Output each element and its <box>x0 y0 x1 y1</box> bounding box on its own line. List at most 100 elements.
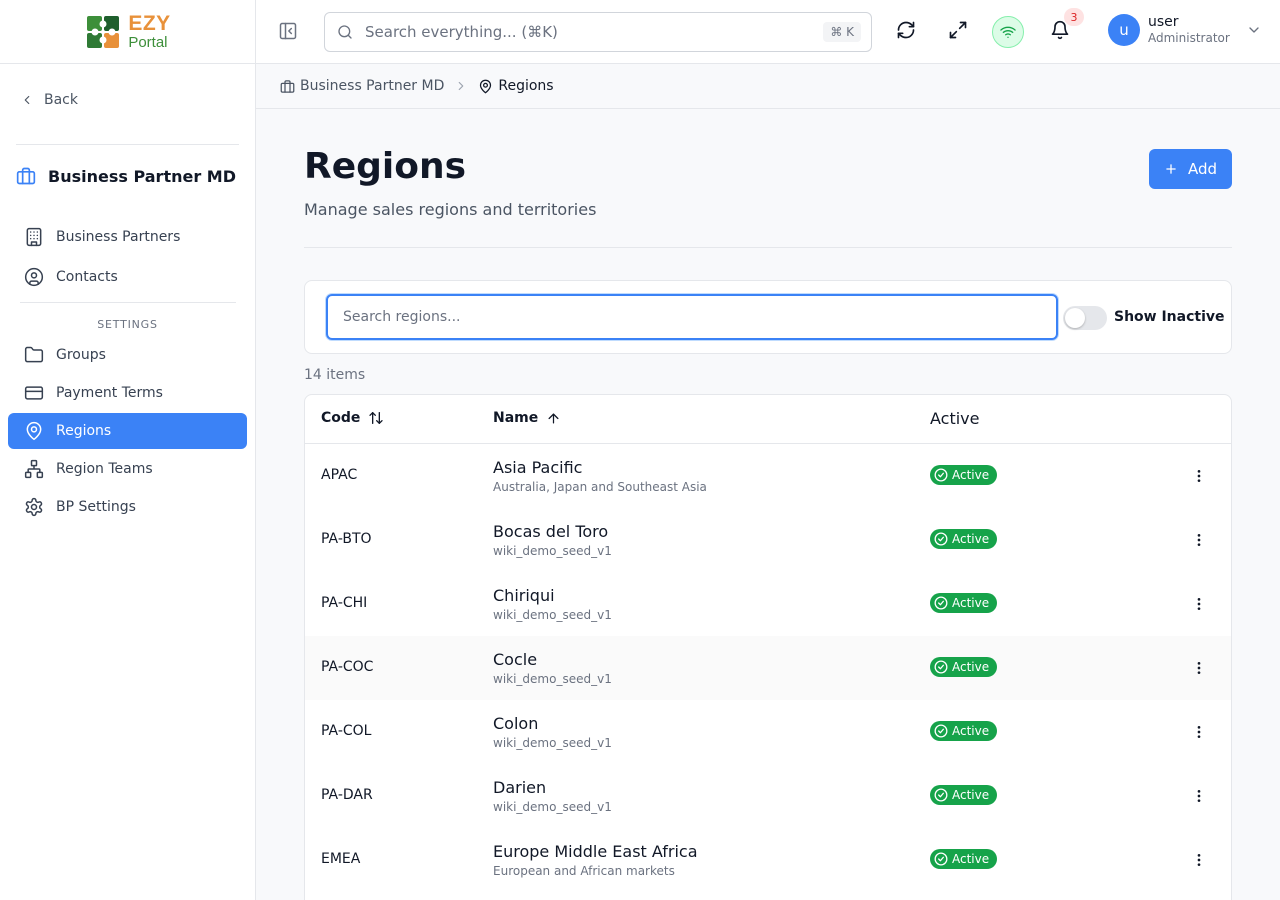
sidebar-item-contacts[interactable]: Contacts <box>8 259 247 295</box>
divider <box>304 247 1232 248</box>
table-row[interactable]: PA-BTO Bocas del Toro wiki_demo_seed_v1 Act… <box>305 508 1231 572</box>
global-search-input[interactable]: Search everything... (⌘K) ⌘ K <box>324 12 872 52</box>
status-badge: Active <box>930 529 998 549</box>
back-link[interactable]: Back <box>20 92 78 108</box>
briefcase-icon <box>16 167 36 185</box>
region-code: PA-COC <box>321 659 374 675</box>
table-row[interactable]: PA-COL Colon wiki_demo_seed_v1 Active <box>305 700 1231 764</box>
status-badge-label: Active <box>952 852 990 866</box>
column-header-code[interactable]: Code <box>321 410 384 426</box>
chevron-down-icon <box>1249 27 1259 33</box>
region-name: Cocle <box>493 650 538 669</box>
region-name: Bocas del Toro <box>493 522 609 541</box>
sidebar-item-business-partners[interactable]: Business Partners <box>8 219 247 255</box>
settings-section-label: SETTINGS <box>97 318 158 331</box>
breadcrumb-current: Regions <box>478 78 554 94</box>
breadcrumb-parent[interactable]: Business Partner MD <box>280 78 444 94</box>
logo-line1: EZY <box>128 12 171 35</box>
region-description: wiki_demo_seed_v1 <box>493 608 612 622</box>
row-actions-button[interactable] <box>1189 850 1209 870</box>
sidebar-item-regions[interactable]: Regions <box>8 413 247 449</box>
show-inactive-toggle[interactable] <box>1063 306 1107 330</box>
sidebar-item-label: BP Settings <box>56 499 136 515</box>
more-vertical-icon <box>1197 534 1201 546</box>
region-name: Chiriqui <box>493 586 555 605</box>
item-count: 14 items <box>304 367 366 383</box>
logo-line2: Portal <box>128 34 168 51</box>
add-region-button[interactable]: Add <box>1149 149 1232 189</box>
column-header-label: Name <box>493 410 539 426</box>
table-row[interactable]: APAC Asia Pacific Australia, Japan and Sou… <box>305 444 1231 508</box>
more-vertical-icon <box>1197 662 1201 674</box>
refresh-icon <box>897 21 915 39</box>
breadcrumb-parent-label: Business Partner MD <box>300 78 445 94</box>
sidebar-item-label: Business Partners <box>56 229 181 245</box>
building-icon <box>26 227 42 247</box>
more-vertical-icon <box>1197 790 1201 802</box>
column-header-label: Active <box>930 409 980 428</box>
row-actions-button[interactable] <box>1189 658 1209 678</box>
region-code: PA-CHI <box>321 595 368 611</box>
region-search-placeholder: Search regions... <box>343 309 461 325</box>
row-actions-button[interactable] <box>1189 594 1209 614</box>
map-pin-icon <box>480 79 492 93</box>
region-description: Australia, Japan and Southeast Asia <box>493 480 707 494</box>
avatar: u <box>1108 14 1140 46</box>
region-name: Europe Middle East Africa <box>493 842 698 861</box>
column-header-active: Active <box>930 409 980 428</box>
puzzle-logo-icon <box>87 15 120 48</box>
sidebar-item-region-teams[interactable]: Region Teams <box>8 451 247 487</box>
sidebar-item-payment-terms[interactable]: Payment Terms <box>8 375 247 411</box>
more-vertical-icon <box>1197 598 1201 610</box>
sidebar: EZY Portal Back Business Partner MD Busi… <box>0 0 256 900</box>
region-name: Asia Pacific <box>493 458 583 477</box>
status-badge-label: Active <box>952 724 990 738</box>
region-search-input[interactable]: Search regions... <box>326 294 1058 340</box>
user-menu[interactable]: u user Administrator <box>1108 14 1262 46</box>
table-row[interactable]: PA-CHI Chiriqui wiki_demo_seed_v1 Active <box>305 572 1231 636</box>
region-description: wiki_demo_seed_v1 <box>493 672 612 686</box>
user-role: Administrator <box>1148 31 1230 46</box>
column-header-name[interactable]: Name <box>493 410 561 426</box>
row-actions-button[interactable] <box>1189 722 1209 742</box>
status-badge-label: Active <box>952 532 990 546</box>
search-icon <box>338 25 352 39</box>
arrow-up-icon <box>548 413 559 423</box>
module-title-text: Business Partner MD <box>48 166 236 186</box>
sidebar-item-label: Payment Terms <box>56 385 163 401</box>
more-vertical-icon <box>1197 726 1201 738</box>
panel-left-close-icon <box>279 22 297 40</box>
row-actions-button[interactable] <box>1189 786 1209 806</box>
divider <box>20 302 236 303</box>
sidebar-item-bp-settings[interactable]: BP Settings <box>8 489 247 525</box>
add-button-label: Add <box>1187 160 1218 178</box>
sidebar-item-groups[interactable]: Groups <box>8 337 247 373</box>
sort-arrows-icon <box>369 412 384 424</box>
fullscreen-button[interactable] <box>948 20 968 40</box>
table-row[interactable]: PA-DAR Darien wiki_demo_seed_v1 Active <box>305 764 1231 828</box>
row-actions-button[interactable] <box>1189 530 1209 550</box>
logo-area: EZY Portal <box>0 0 255 64</box>
breadcrumb: Business Partner MD Regions <box>256 64 1280 109</box>
more-vertical-icon <box>1197 854 1201 866</box>
divider <box>16 144 239 145</box>
show-inactive-label: Show Inactive <box>1114 309 1225 325</box>
table-row[interactable]: EMEA Europe Middle East Africa European an… <box>305 828 1231 892</box>
topbar: Search everything... (⌘K) ⌘ K 3 u user A… <box>256 0 1280 64</box>
page-subtitle: Manage sales regions and territories <box>304 200 597 219</box>
notification-count-badge: 3 <box>1064 8 1084 26</box>
sidebar-item-label: Groups <box>56 347 106 363</box>
sidebar-toggle-button[interactable] <box>278 21 298 41</box>
connection-status-button[interactable] <box>992 16 1024 48</box>
column-header-label: Code <box>321 410 361 426</box>
refresh-button[interactable] <box>896 20 916 40</box>
status-badge-label: Active <box>952 660 990 674</box>
table-header: Code Name Active <box>305 395 1231 444</box>
status-badge-label: Active <box>952 788 990 802</box>
ezy-portal-logo[interactable]: EZY Portal <box>84 12 170 52</box>
check-circle-icon <box>934 852 948 866</box>
breadcrumb-current-label: Regions <box>498 78 554 94</box>
table-row[interactable]: PA-COC Cocle wiki_demo_seed_v1 Active <box>305 636 1231 700</box>
check-circle-icon <box>934 724 948 738</box>
row-actions-button[interactable] <box>1189 466 1209 486</box>
